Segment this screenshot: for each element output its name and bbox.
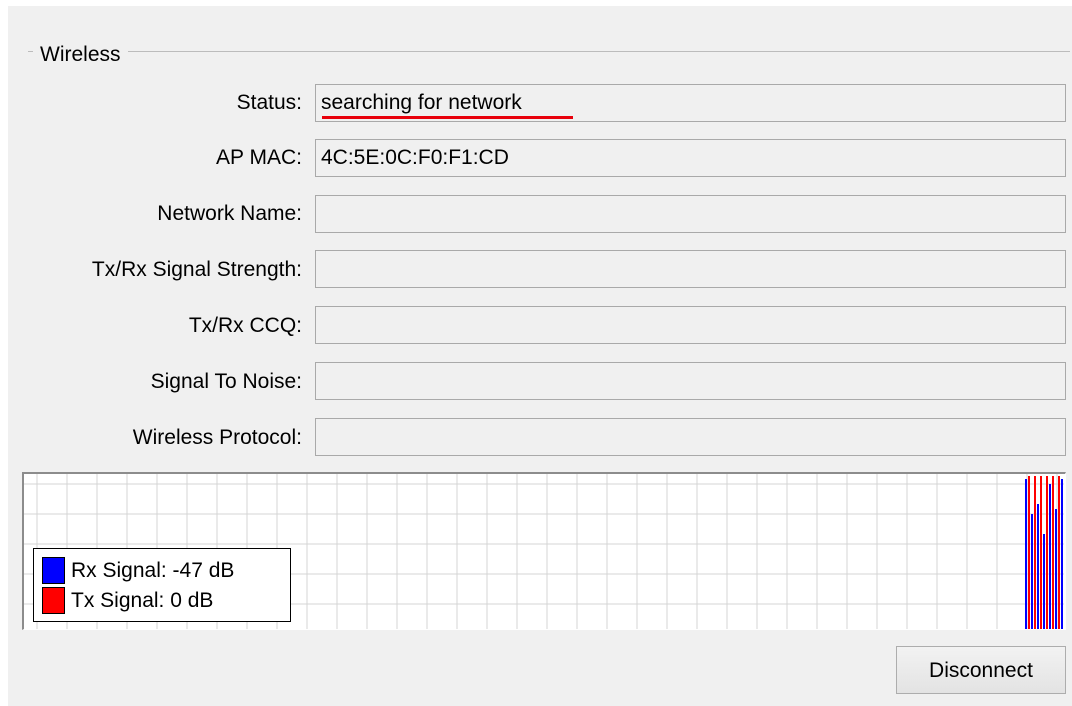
signal-trace-bar bbox=[1037, 504, 1039, 629]
group-divider bbox=[28, 51, 1070, 52]
signal-trace-bar bbox=[1028, 476, 1030, 629]
ccq-field bbox=[315, 306, 1066, 344]
network-name-label: Network Name: bbox=[157, 202, 302, 225]
signal-to-noise-label: Signal To Noise: bbox=[150, 370, 302, 393]
signal-trace-bar bbox=[1025, 479, 1027, 629]
group-title: Wireless bbox=[33, 42, 128, 68]
rx-signal-legend: Rx Signal: -47 dB bbox=[71, 559, 235, 582]
signal-trace-bar bbox=[1046, 476, 1048, 629]
signal-strength-field bbox=[315, 250, 1066, 288]
wireless-protocol-label: Wireless Protocol: bbox=[132, 426, 302, 449]
graph-legend: Rx Signal: -47 dB Tx Signal: 0 dB bbox=[33, 548, 291, 622]
disconnect-button[interactable]: Disconnect bbox=[896, 646, 1066, 694]
wireless-protocol-field bbox=[315, 418, 1066, 456]
status-underline-annotation bbox=[322, 116, 573, 119]
network-name-field bbox=[315, 195, 1066, 233]
signal-trace-bar bbox=[1040, 476, 1042, 629]
signal-trace-bar bbox=[1052, 476, 1054, 629]
tx-signal-swatch bbox=[42, 587, 65, 614]
signal-trace-bar bbox=[1034, 476, 1036, 629]
signal-trace-bar bbox=[1055, 509, 1057, 629]
signal-trace-bar bbox=[1058, 476, 1060, 629]
signal-strength-label: Tx/Rx Signal Strength: bbox=[91, 258, 302, 281]
ap-mac-field: 4C:5E:0C:F0:F1:CD bbox=[315, 139, 1066, 177]
signal-trace-bar bbox=[1049, 484, 1051, 629]
ap-mac-label: AP MAC: bbox=[216, 146, 302, 169]
status-label: Status: bbox=[236, 91, 302, 114]
rx-signal-swatch bbox=[42, 557, 65, 584]
signal-trace-bar bbox=[1031, 514, 1033, 629]
signal-trace-bar bbox=[1043, 534, 1045, 629]
signal-to-noise-field bbox=[315, 362, 1066, 400]
tx-signal-legend: Tx Signal: 0 dB bbox=[71, 589, 214, 612]
signal-trace-bar bbox=[1061, 479, 1063, 629]
ccq-label: Tx/Rx CCQ: bbox=[188, 314, 302, 337]
